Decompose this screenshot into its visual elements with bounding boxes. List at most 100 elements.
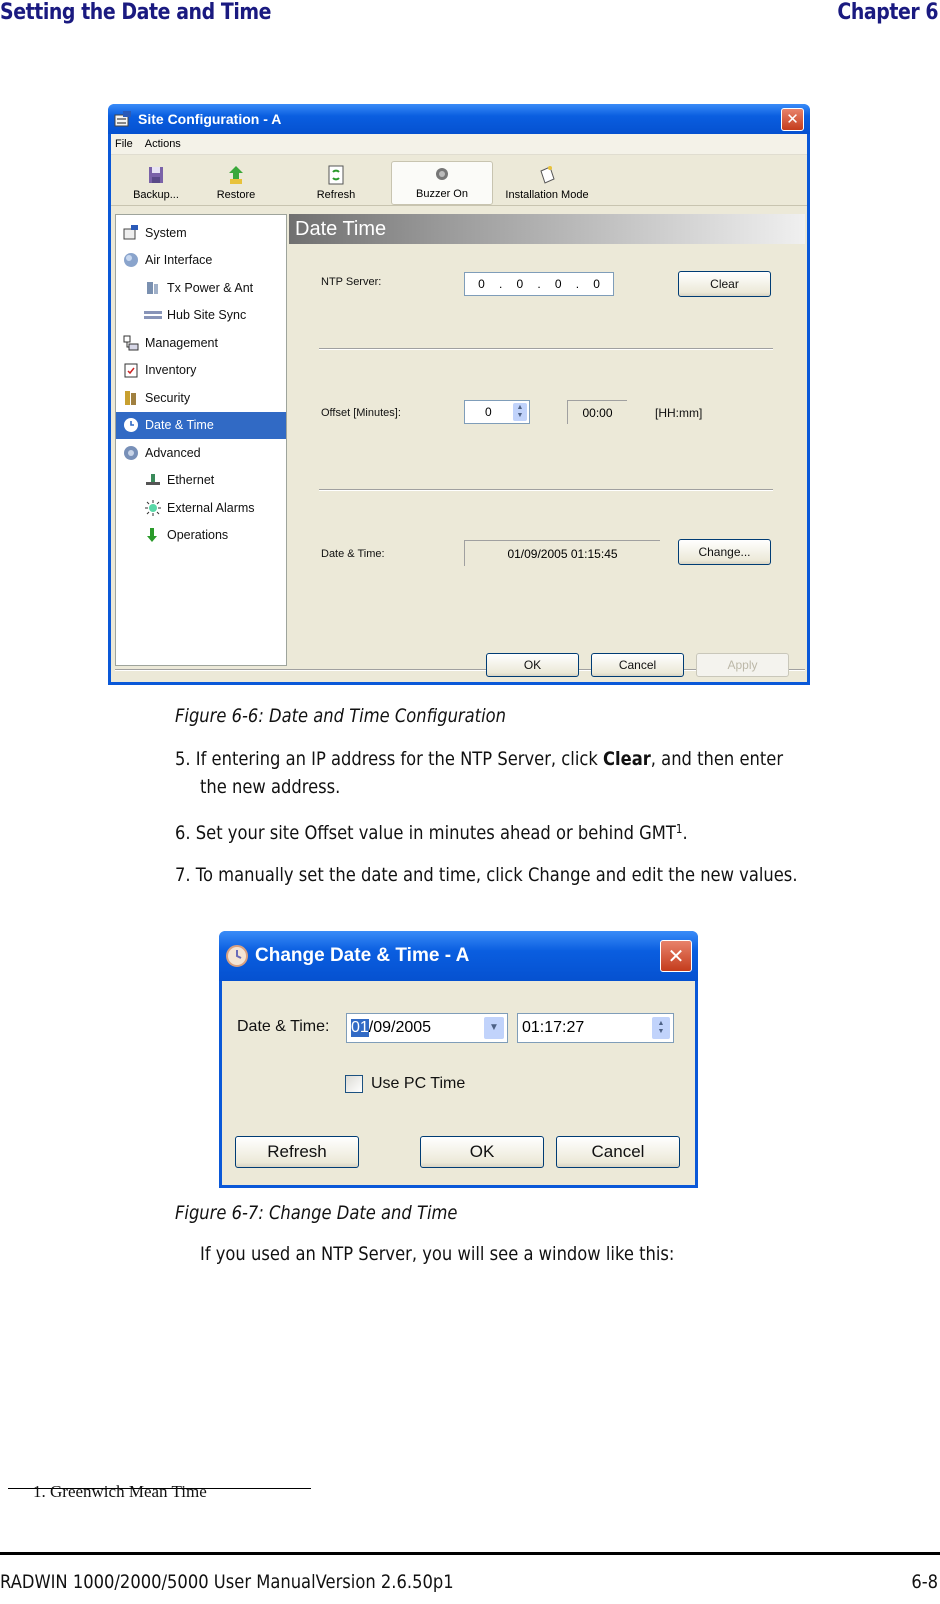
footer-manual-version: RADWIN 1000/2000/5000 User ManualVersion… xyxy=(0,1571,454,1593)
ok-button[interactable]: OK xyxy=(420,1136,544,1168)
restore-button[interactable]: Restore xyxy=(191,161,281,205)
close-icon: ✕ xyxy=(667,944,685,968)
floppy-disk-icon xyxy=(148,165,164,185)
tree-item-hub-site-sync[interactable]: Hub Site Sync xyxy=(116,302,286,330)
offset-value: 0 xyxy=(485,405,492,419)
tree-item-ethernet[interactable]: Ethernet xyxy=(116,467,286,495)
change-button[interactable]: Change... xyxy=(678,539,771,565)
footnote: 1. Greenwich Mean Time xyxy=(33,1482,207,1501)
management-icon xyxy=(122,335,140,351)
tree-item-advanced[interactable]: Advanced xyxy=(116,439,286,467)
clock-icon xyxy=(226,945,248,967)
step-7: 7. To manually set the date and time, cl… xyxy=(175,864,798,886)
clock-icon xyxy=(122,417,140,433)
menu-actions[interactable]: Actions xyxy=(145,138,181,150)
cancel-button[interactable]: Cancel xyxy=(591,653,684,677)
divider xyxy=(319,348,773,350)
site-config-icon xyxy=(114,111,131,127)
system-icon xyxy=(122,225,140,241)
step-6: 6. Set your site Offset value in minutes… xyxy=(175,822,688,844)
offset-label: Offset [Minutes]: xyxy=(321,407,401,419)
spinner-arrows-icon[interactable]: ▲ ▼ xyxy=(652,1017,670,1039)
close-icon: ✕ xyxy=(786,110,799,128)
close-button[interactable]: ✕ xyxy=(781,107,804,131)
antenna-icon xyxy=(144,280,162,296)
date-time-panel: Date Time NTP Server: 0. 0. 0. 0 Clear O… xyxy=(289,214,805,669)
clear-emphasis: Clear xyxy=(603,748,651,770)
use-pc-time-checkbox[interactable] xyxy=(345,1075,363,1093)
operations-arrow-icon xyxy=(144,527,162,543)
ntp-octet-2[interactable]: 0 xyxy=(516,277,523,291)
installation-mode-icon xyxy=(538,165,556,185)
step-5: 5. If entering an IP address for the NTP… xyxy=(175,748,784,770)
ok-button[interactable]: OK xyxy=(486,653,579,677)
title-bar[interactable]: Site Configuration - A ✕ xyxy=(108,104,810,134)
hub-sync-icon xyxy=(144,307,162,323)
apply-button[interactable]: Apply xyxy=(696,653,789,677)
page-number: 6-8 xyxy=(911,1571,938,1593)
dialog-title: Change Date & Time - A xyxy=(255,945,470,966)
tree-item-inventory[interactable]: Inventory xyxy=(116,357,286,385)
chevron-down-icon[interactable]: ▼ xyxy=(484,1017,504,1039)
dialog-close-button[interactable]: ✕ xyxy=(660,940,692,972)
date-picker[interactable]: 01/09/2005 ▼ xyxy=(346,1013,508,1043)
section-title: Setting the Date and Time xyxy=(0,0,272,25)
ntp-octet-4[interactable]: 0 xyxy=(593,277,600,291)
tree-item-system[interactable]: System xyxy=(116,219,286,247)
inventory-icon xyxy=(122,362,140,378)
backup-button[interactable]: Backup... xyxy=(121,161,191,205)
menu-bar: File Actions xyxy=(111,134,807,155)
site-configuration-window: Site Configuration - A ✕ File Actions Ba… xyxy=(108,104,810,685)
tree-item-air-interface[interactable]: Air Interface xyxy=(116,247,286,275)
spinner-arrows-icon[interactable]: ▲ ▼ xyxy=(513,403,527,421)
ntp-octet-3[interactable]: 0 xyxy=(555,277,562,291)
toolbar: Backup... Restore Refresh Buzzer On Inst… xyxy=(111,155,807,206)
dialog-title-bar[interactable]: Change Date & Time - A ✕ xyxy=(219,931,698,981)
offset-spinner[interactable]: 0 ▲ ▼ xyxy=(464,400,530,424)
panel-title: Date Time xyxy=(289,214,805,244)
buzzer-icon xyxy=(434,164,450,184)
time-picker[interactable]: 01:17:27 ▲ ▼ xyxy=(517,1013,674,1043)
advanced-gear-icon xyxy=(122,445,140,461)
datetime-label: Date & Time: xyxy=(321,548,385,560)
buzzer-on-button[interactable]: Buzzer On xyxy=(391,161,493,205)
ntp-server-label: NTP Server: xyxy=(321,276,382,288)
refresh-button[interactable]: Refresh xyxy=(281,161,391,205)
figure-caption: Figure 6-7: Change Date and Time xyxy=(175,1202,458,1224)
offset-hhmm-display: 00:00 xyxy=(567,400,627,424)
installation-mode-button[interactable]: Installation Mode xyxy=(493,161,601,205)
date-day-segment[interactable]: 01 xyxy=(351,1019,369,1037)
datetime-display: 01/09/2005 01:15:45 xyxy=(464,540,660,566)
date-rest[interactable]: /09/2005 xyxy=(369,1019,431,1037)
tree-item-operations[interactable]: Operations xyxy=(116,522,286,550)
tree-item-date-time[interactable]: Date & Time xyxy=(116,411,286,439)
footnote-ref[interactable]: 1 xyxy=(676,822,683,836)
time-value[interactable]: 01:17:27 xyxy=(522,1019,584,1037)
refresh-button[interactable]: Refresh xyxy=(235,1136,359,1168)
use-pc-time-label[interactable]: Use PC Time xyxy=(371,1075,465,1093)
window-title: Site Configuration - A xyxy=(138,111,282,127)
security-keys-icon xyxy=(122,390,140,406)
tree-item-external-alarms[interactable]: External Alarms xyxy=(116,494,286,522)
tree-item-tx-power[interactable]: Tx Power & Ant xyxy=(116,274,286,302)
menu-file[interactable]: File xyxy=(115,138,133,150)
air-interface-icon xyxy=(122,252,140,268)
restore-arrow-icon xyxy=(227,165,245,185)
figure-caption: Figure 6-6: Date and Time Configuration xyxy=(175,705,506,727)
clear-button[interactable]: Clear xyxy=(678,271,771,297)
divider xyxy=(319,489,773,491)
tree-item-management[interactable]: Management xyxy=(116,329,286,357)
footer-rule xyxy=(0,1552,940,1555)
ntp-octet-1[interactable]: 0 xyxy=(478,277,485,291)
refresh-icon xyxy=(328,165,344,185)
alarm-icon xyxy=(144,499,162,516)
navigation-tree: System Air Interface Tx Power & Ant Hub … xyxy=(115,214,287,666)
cancel-button[interactable]: Cancel xyxy=(556,1136,680,1168)
ntp-server-input[interactable]: 0. 0. 0. 0 xyxy=(464,272,614,296)
offset-unit-label: [HH:mm] xyxy=(655,406,703,420)
change-date-time-dialog: Change Date & Time - A ✕ Date & Time: 01… xyxy=(219,931,698,1188)
dialog-datetime-label: Date & Time: xyxy=(237,1018,330,1035)
ntp-note: If you used an NTP Server, you will see … xyxy=(200,1243,675,1265)
tree-item-security[interactable]: Security xyxy=(116,384,286,412)
chapter-label: Chapter 6 xyxy=(837,0,938,25)
